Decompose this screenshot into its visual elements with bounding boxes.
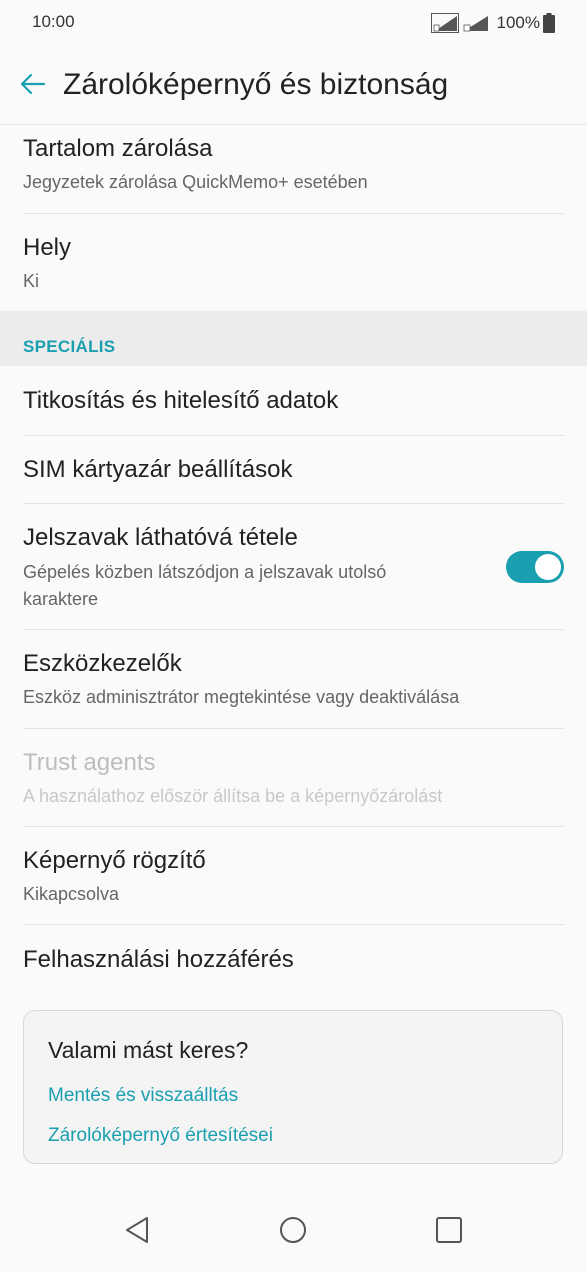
item-title: Eszközkezelők <box>23 650 182 677</box>
item-title: Felhasználási hozzáférés <box>23 946 294 973</box>
battery-percent: 100% <box>496 13 540 32</box>
app-bar: Zárolóképernyő és biztonság <box>0 48 587 125</box>
suggestions-title: Valami mást keres? <box>48 1037 249 1063</box>
section-header-special: SPECIÁLIS <box>0 311 587 366</box>
item-title: Trust agents <box>23 749 156 776</box>
list-item-encryption[interactable]: Titkosítás és hitelesítő adatok <box>0 367 587 435</box>
item-title: Jelszavak láthatóvá tétele <box>23 524 298 551</box>
suggestion-link-backup[interactable]: Mentés és visszaálltás <box>48 1085 238 1107</box>
recents-square-icon[interactable] <box>429 1210 469 1250</box>
list-item-device-admins[interactable]: Eszközkezelők Eszköz adminisztrátor megt… <box>0 630 587 728</box>
page-title: Zárolóképernyő és biztonság <box>63 68 449 101</box>
section-label: SPECIÁLIS <box>23 337 116 356</box>
back-triangle-icon[interactable] <box>118 1210 158 1250</box>
list-item-sim-lock[interactable]: SIM kártyazár beállítások <box>0 436 587 503</box>
suggestions-card: Valami mást keres? Mentés és visszaálltá… <box>23 1010 563 1164</box>
item-subtitle: Jegyzetek zárolása QuickMemo+ esetében <box>23 172 368 192</box>
item-subtitle: Eszköz adminisztrátor megtekintése vagy … <box>23 687 460 707</box>
status-icons: 100% <box>430 12 555 34</box>
item-subtitle: Kikapcsolva <box>23 884 120 904</box>
list-item-show-passwords[interactable]: Jelszavak láthatóvá tétele Gépelés közbe… <box>0 504 587 629</box>
list-item-usage-access[interactable]: Felhasználási hozzáférés <box>0 925 587 995</box>
list-item-content-lock[interactable]: Tartalom zárolása Jegyzetek zárolása Qui… <box>0 125 587 213</box>
suggestion-link-lockscreen-notifications[interactable]: Zárolóképernyő értesítései <box>48 1125 273 1147</box>
item-title: Tartalom zárolása <box>23 135 213 162</box>
item-title: Hely <box>23 234 72 261</box>
navigation-bar <box>0 1190 587 1272</box>
list-item-screen-pinning[interactable]: Képernyő rögzítő Kikapcsolva <box>0 827 587 924</box>
signal-2-icon <box>463 16 488 32</box>
battery-icon <box>543 13 555 33</box>
signal-1-icon <box>430 13 459 33</box>
toggle-knob <box>535 554 561 580</box>
status-bar: 10:00 100% <box>0 0 587 46</box>
item-subtitle: A használathoz először állítsa be a képe… <box>23 786 443 806</box>
item-title: Képernyő rögzítő <box>23 847 206 874</box>
item-title: SIM kártyazár beállítások <box>23 456 293 483</box>
show-passwords-toggle[interactable] <box>506 551 564 583</box>
back-arrow-icon[interactable] <box>18 70 46 98</box>
list-item-location[interactable]: Hely Ki <box>0 214 587 310</box>
item-title: Titkosítás és hitelesítő adatok <box>23 387 339 414</box>
list-item-trust-agents: Trust agents A használathoz először állí… <box>0 729 587 826</box>
item-subtitle: Ki <box>23 271 40 291</box>
status-time: 10:00 <box>32 12 75 31</box>
item-subtitle: Gépelés közben látszódjon a jelszavak ut… <box>23 562 387 609</box>
home-circle-icon[interactable] <box>273 1210 313 1250</box>
